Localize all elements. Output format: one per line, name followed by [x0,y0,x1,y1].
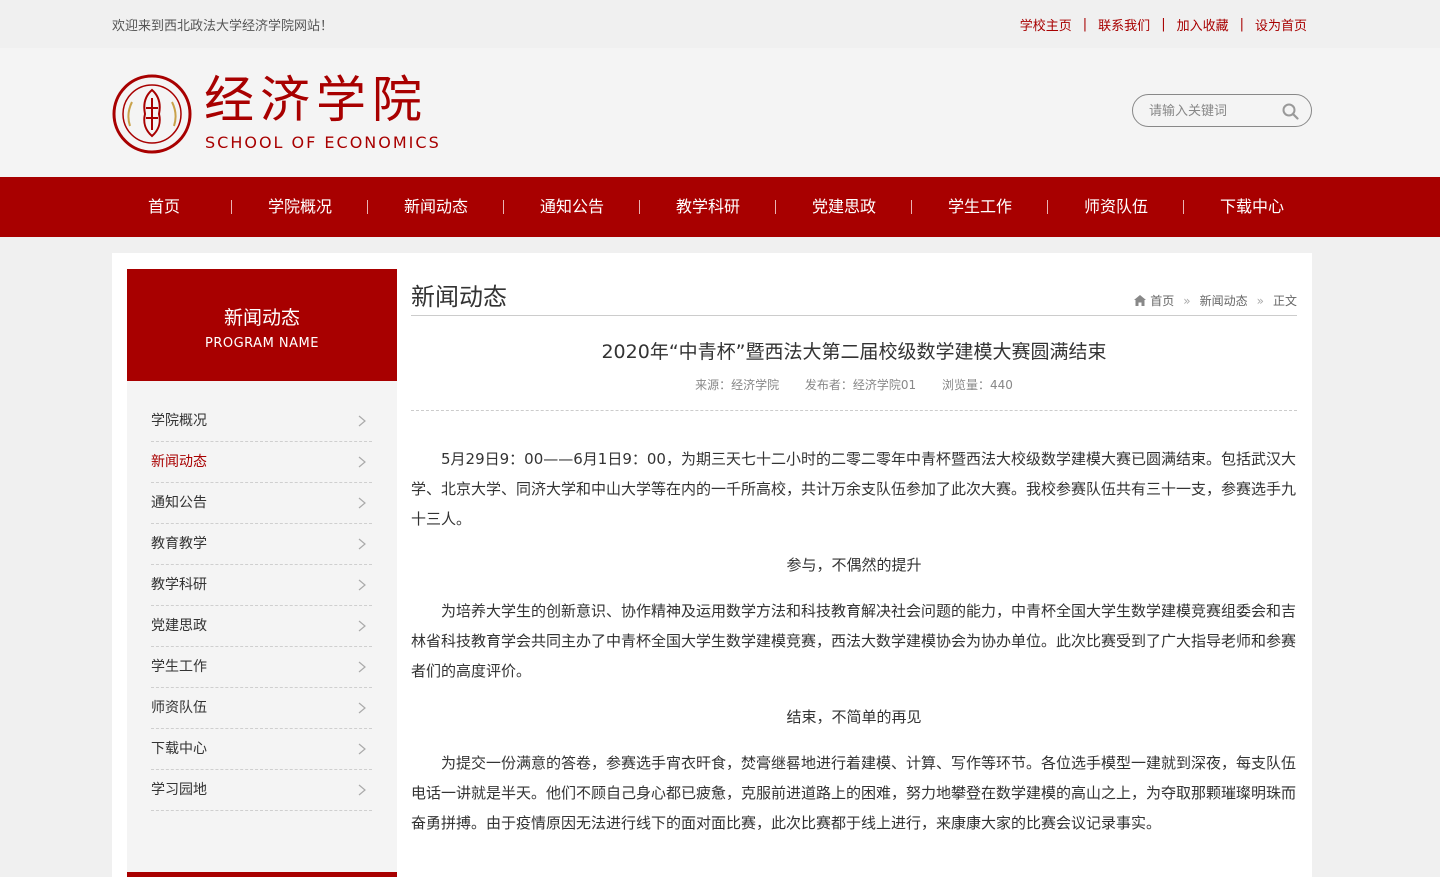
sidebar-item-news[interactable]: 新闻动态 [151,442,372,483]
sidebar-item-label: 学院概况 [151,413,207,429]
chevron-right-icon [358,456,366,468]
site-title: 经济学院 [204,71,428,129]
school-seal-logo[interactable] [112,74,192,154]
breadcrumb-separator: » [1183,293,1191,308]
sidebar-item-label: 新闻动态 [151,454,207,470]
article-subheading: 结束，不简单的再见 [786,708,922,726]
article-source: 来源：经济学院 [695,378,780,392]
breadcrumb: 首页 » 新闻动态 » 正文 [1134,292,1297,309]
link-set-homepage[interactable]: 设为首页 [1255,15,1307,34]
sidebar-item-students[interactable]: 学生工作 [151,647,372,688]
nav-notices[interactable]: 通知公告 [504,177,640,237]
content-container: 新闻动态 PROGRAM NAME 学院概况 新闻动态 通知公告 教育教学 教学… [112,253,1312,877]
article-views: 浏览量：440 [942,378,1013,392]
breadcrumb-current: 正文 [1272,294,1297,308]
sidebar-item-faculty[interactable]: 师资队伍 [151,688,372,729]
chevron-right-icon [358,702,366,714]
article-publisher: 发布者：经济学院01 [804,378,917,392]
article-body: 5月29日9：00——6月1日9：00，为期三天七十二小时的二零二零年中青杯暨西… [411,444,1297,854]
search-box [1132,94,1312,127]
home-icon [1134,295,1147,306]
nav-downloads[interactable]: 下载中心 [1184,177,1320,237]
article-subheading: 参与，不偶然的提升 [786,556,922,574]
site-header: 经济学院 SCHOOL OF ECONOMICS [0,48,1440,177]
chevron-right-icon [358,497,366,509]
article-divider [411,410,1297,411]
search-icon[interactable] [1282,103,1299,120]
nav-students[interactable]: 学生工作 [912,177,1048,237]
sidebar-header: 新闻动态 PROGRAM NAME [127,269,397,381]
sidebar-item-label: 学习园地 [151,782,207,798]
nav-about[interactable]: 学院概况 [232,177,368,237]
article-paragraph: 5月29日9：00——6月1日9：00，为期三天七十二小时的二零二零年中青杯暨西… [411,450,1297,528]
chevron-right-icon [358,415,366,427]
nav-party[interactable]: 党建思政 [776,177,912,237]
site-title-english: SCHOOL OF ECONOMICS [205,133,441,152]
chevron-right-icon [358,743,366,755]
sidebar-item-education[interactable]: 教育教学 [151,524,372,565]
link-contact[interactable]: 联系我们 [1098,15,1150,34]
article-paragraph: 为培养大学生的创新意识、协作精神及运用数学方法和科技教育解决社会问题的能力，中青… [411,602,1297,680]
section-title: 新闻动态 [411,283,507,311]
section-divider [411,315,1297,316]
sidebar-item-label: 通知公告 [151,495,207,511]
sidebar-item-about[interactable]: 学院概况 [151,401,372,442]
article-title: 2020年“中青杯”暨西法大第二届校级数学建模大赛圆满结束 [601,341,1107,363]
sidebar-item-label: 教育教学 [151,536,207,552]
main-nav: 首页 学院概况 新闻动态 通知公告 教学科研 党建思政 学生工作 师资队伍 下载… [0,177,1440,237]
sidebar-item-downloads[interactable]: 下载中心 [151,729,372,770]
top-bar: 欢迎来到西北政法大学经济学院网站！ 学校主页 | 联系我们 | 加入收藏 | 设… [0,0,1440,48]
sidebar-item-label: 党建思政 [151,618,207,634]
nav-teaching-research[interactable]: 教学科研 [640,177,776,237]
chevron-right-icon [358,784,366,796]
chevron-right-icon [358,538,366,550]
divider: | [1082,17,1088,32]
welcome-text: 欢迎来到西北政法大学经济学院网站！ [112,19,334,34]
chevron-right-icon [358,620,366,632]
search-input[interactable] [1149,101,1279,121]
sidebar-item-label: 下载中心 [151,741,207,757]
sidebar-title: 新闻动态 [223,307,300,329]
sidebar-item-notices[interactable]: 通知公告 [151,483,372,524]
nav-faculty[interactable]: 师资队伍 [1048,177,1184,237]
sidebar-menu: 学院概况 新闻动态 通知公告 教育教学 教学科研 党建思政 学生工作 师资队伍 … [127,381,397,877]
nav-home[interactable]: 首页 [96,177,232,237]
sidebar-bottom-bar [127,872,397,877]
sidebar-item-label: 师资队伍 [151,700,207,716]
sidebar-item-label: 教学科研 [151,577,207,593]
divider: | [1239,17,1244,32]
breadcrumb-home[interactable]: 首页 [1150,292,1174,309]
sidebar-item-study[interactable]: 学习园地 [151,770,372,811]
breadcrumb-news[interactable]: 新闻动态 [1200,292,1248,309]
article-paragraph: 为提交一份满意的答卷，参赛选手宵衣旰食，焚膏继晷地进行着建模、计算、写作等环节。… [411,754,1297,832]
sidebar-subtitle: PROGRAM NAME [205,336,319,351]
sidebar-item-label: 学生工作 [151,659,207,675]
link-favorite[interactable]: 加入收藏 [1177,15,1229,34]
breadcrumb-separator: » [1256,293,1264,308]
sidebar-item-party[interactable]: 党建思政 [151,606,372,647]
sidebar-item-teaching-research[interactable]: 教学科研 [151,565,372,606]
link-school-home[interactable]: 学校主页 [1020,15,1072,34]
top-links: 学校主页 | 联系我们 | 加入收藏 | 设为首页 [1020,15,1307,34]
chevron-right-icon [358,661,366,673]
article-meta: 来源：经济学院 发布者：经济学院01 浏览量：440 [411,376,1297,393]
divider: | [1161,17,1166,32]
nav-news[interactable]: 新闻动态 [368,177,504,237]
chevron-right-icon [358,579,366,591]
